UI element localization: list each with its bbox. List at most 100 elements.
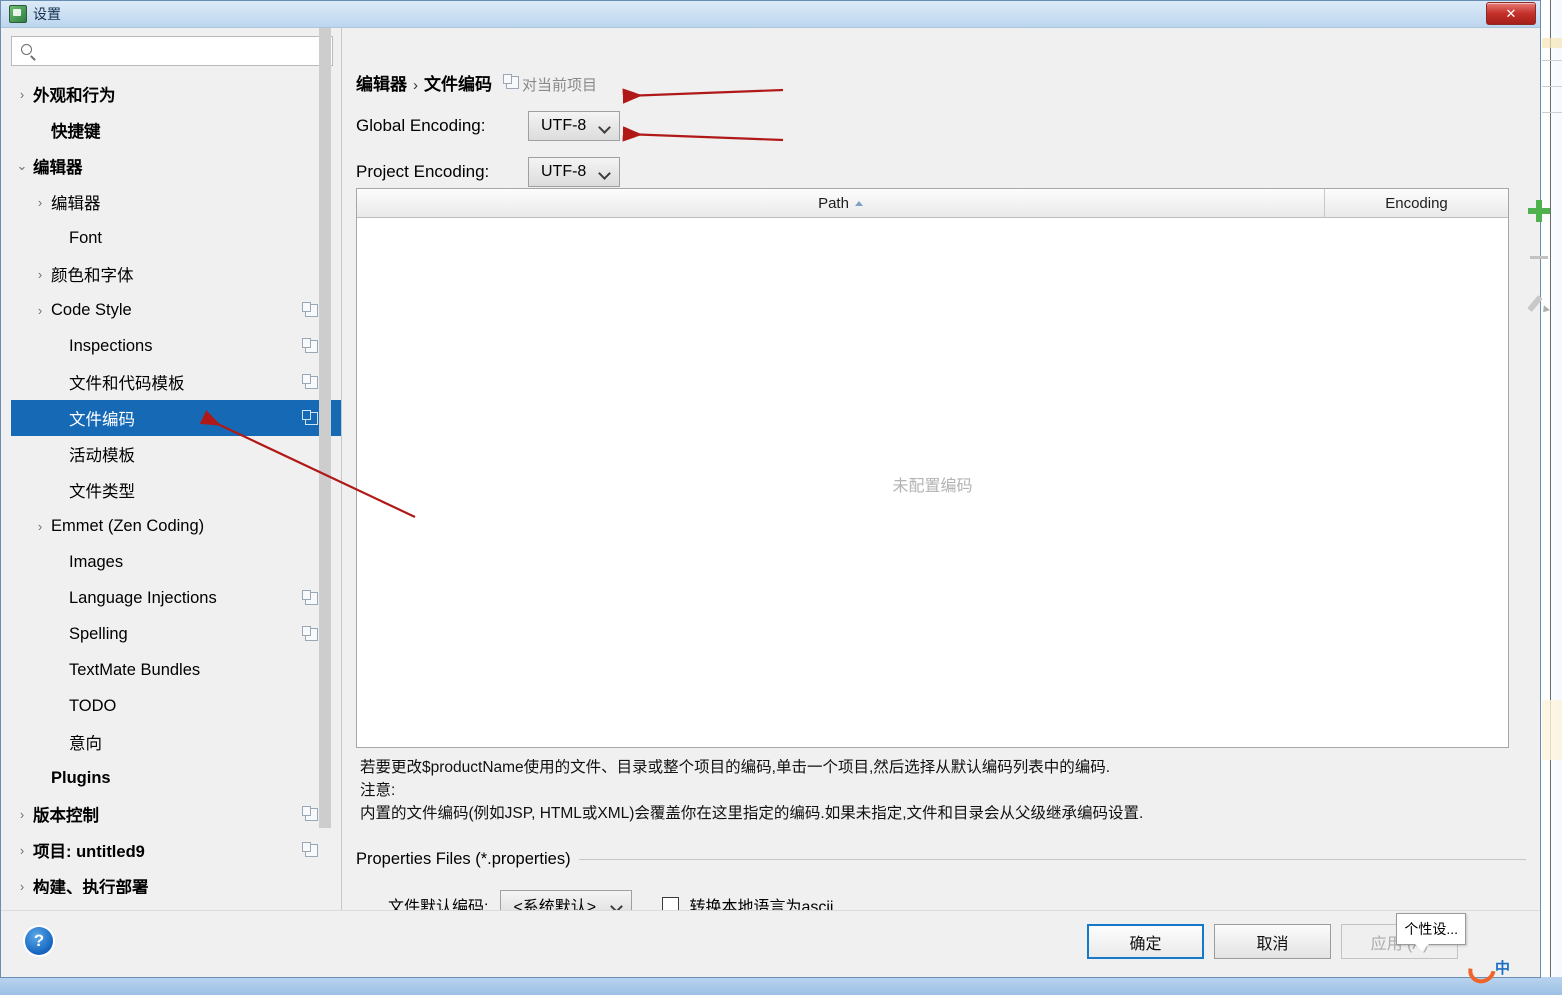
column-header-path-label: Path [818,194,849,212]
sidebar-item-4[interactable]: Font [11,220,342,256]
sidebar-item-12[interactable]: › Emmet (Zen Coding) [11,508,342,544]
project-encoding-value: UTF-8 [541,163,587,180]
close-icon[interactable]: ✕ [1486,2,1536,25]
sidebar-scrollbar-thumb[interactable] [319,28,331,828]
global-encoding-select[interactable]: UTF-8 [528,111,621,141]
ok-button[interactable]: 确定 [1087,924,1204,959]
window-title: 设置 [33,6,61,22]
sidebar-item-19[interactable]: Plugins [11,760,342,796]
sidebar-item-label: 编辑器 [51,195,101,213]
sidebar-item-16[interactable]: TextMate Bundles [11,652,342,688]
sidebar-item-13[interactable]: Images [11,544,342,580]
tooltip: 个性设... [1396,913,1466,951]
table-empty-message: 未配置编码 [892,477,973,495]
search-box[interactable] [11,36,333,66]
chevron-right-icon[interactable]: › [29,303,51,318]
sidebar-item-label: Plugins [51,768,111,787]
chevron-down-icon[interactable]: ⌄ [11,158,33,174]
cancel-button[interactable]: 取消 [1214,924,1331,959]
breadcrumb-parent[interactable]: 编辑器 [356,70,407,95]
sidebar-item-6[interactable]: › Code Style [11,292,342,328]
ime-indicator-icon: 中 [1463,951,1510,989]
add-icon [1527,199,1551,223]
chevron-right-icon[interactable]: › [11,879,33,894]
table-header: Path Encoding [357,189,1508,218]
chevron-right-icon[interactable]: › [29,519,51,534]
chevron-right-icon[interactable]: › [11,87,33,102]
project-encoding-row: Project Encoding: UTF-8 [356,157,1540,187]
project-encoding-select[interactable]: UTF-8 [528,157,621,187]
column-header-path[interactable]: Path [357,189,1325,217]
sidebar-scrollbar[interactable] [319,28,331,846]
copy-settings-icon [302,805,318,821]
column-header-encoding-label: Encoding [1385,194,1448,212]
settings-content-pane: 编辑器 › 文件编码 对当前项目 Global Encoding: UTF-8 … [342,28,1550,920]
sidebar-item-label: 外观和行为 [33,87,116,105]
dialog-footer: ? 确定 取消 应用 (A) 个性设... 中 [1,910,1540,989]
sidebar-item-9[interactable]: 文件编码 [11,400,342,436]
table-toolbar [1516,188,1561,748]
breadcrumb-current: 文件编码 [424,75,492,94]
sidebar-item-8[interactable]: 文件和代码模板 [11,364,342,400]
description-line-1: 若要更改$productName使用的文件、目录或整个项目的编码,单击一个项目,… [360,759,1111,776]
sidebar-item-7[interactable]: Inspections [11,328,342,364]
help-button[interactable]: ? [25,927,53,955]
edit-pencil-icon [1529,293,1549,313]
description-line-2: 注意: [360,782,396,799]
sidebar-item-label: 构建、执行部署 [33,879,149,894]
sidebar-item-15[interactable]: Spelling [11,616,342,652]
chevron-down-icon [600,123,611,130]
copy-settings-icon [302,625,318,641]
dialog-buttons: 确定 取消 应用 (A) 个性设... [1087,913,1466,959]
breadcrumb: 编辑器 › 文件编码 对当前项目 [356,70,1540,95]
chevron-right-icon[interactable]: › [29,267,51,282]
sidebar-item-2[interactable]: ⌄ 编辑器 [11,148,342,184]
chevron-down-icon [600,169,611,176]
encodings-table[interactable]: Path Encoding 未配置编码 [356,188,1509,748]
sidebar-item-label: TODO [69,696,117,715]
sidebar-item-label: Language Injections [69,588,217,607]
copy-settings-icon [302,373,318,389]
sidebar-item-18[interactable]: 意向 [11,724,342,760]
sidebar-item-1[interactable]: 快捷键 [11,112,342,148]
settings-tree[interactable]: › 外观和行为 快捷键 ⌄ 编辑器 › 编辑器 Font › 颜色和字体 › Code Style In… [11,76,342,894]
properties-group-title: Properties Files (*.properties) [356,850,1526,869]
sidebar-item-14[interactable]: Language Injections [11,580,342,616]
sidebar-item-label: 活动模板 [69,447,135,465]
copy-settings-icon [302,337,318,353]
settings-dialog: 设置 ✕ › 外观和行为 快捷键 ⌄ 编辑器 › 编辑器 Font › 颜色和字体 › Code St… [0,0,1550,989]
sidebar-item-label: Font [69,228,103,247]
sidebar-item-22[interactable]: › 构建、执行部署 [11,868,342,895]
add-row-button[interactable] [1516,188,1561,234]
chevron-right-icon[interactable]: › [11,843,33,858]
sidebar-item-11[interactable]: 文件类型 [11,472,342,508]
sidebar-item-17[interactable]: TODO [11,688,342,724]
sidebar-item-label: Spelling [69,624,128,643]
sidebar-item-label: Inspections [69,336,153,355]
sidebar-item-20[interactable]: › 版本控制 [11,796,342,832]
chevron-right-icon[interactable]: › [11,807,33,822]
chevron-right-icon[interactable]: › [29,195,51,210]
sort-ascending-icon [854,200,863,206]
copy-settings-icon [302,841,318,857]
sidebar-item-5[interactable]: › 颜色和字体 [11,256,342,292]
global-encoding-row: Global Encoding: UTF-8 [356,111,1540,141]
sidebar-item-21[interactable]: › 项目: untitled9 [11,832,342,868]
search-icon [20,43,37,60]
search-input[interactable] [42,37,332,65]
sidebar-item-label: 编辑器 [33,159,83,177]
description-line-3: 内置的文件编码(例如JSP, HTML或XML)会覆盖你在这里指定的编码.如果未… [360,805,1144,822]
sidebar-item-3[interactable]: › 编辑器 [11,184,342,220]
sidebar-item-0[interactable]: › 外观和行为 [11,76,342,112]
remove-icon [1529,255,1548,259]
column-header-encoding[interactable]: Encoding [1325,189,1508,217]
settings-app-icon [9,5,27,23]
copy-settings-icon [302,409,318,425]
description-text: 若要更改$productName使用的文件、目录或整个项目的编码,单击一个项目,… [360,756,1510,825]
sidebar-item-label: 项目: untitled9 [33,843,145,861]
sidebar-item-10[interactable]: 活动模板 [11,436,342,472]
group-divider [578,859,1526,860]
copy-settings-icon [302,301,318,317]
dialog-body: › 外观和行为 快捷键 ⌄ 编辑器 › 编辑器 Font › 颜色和字体 › Code Style In… [1,28,1550,920]
scope-label: 对当前项目 [522,77,598,94]
